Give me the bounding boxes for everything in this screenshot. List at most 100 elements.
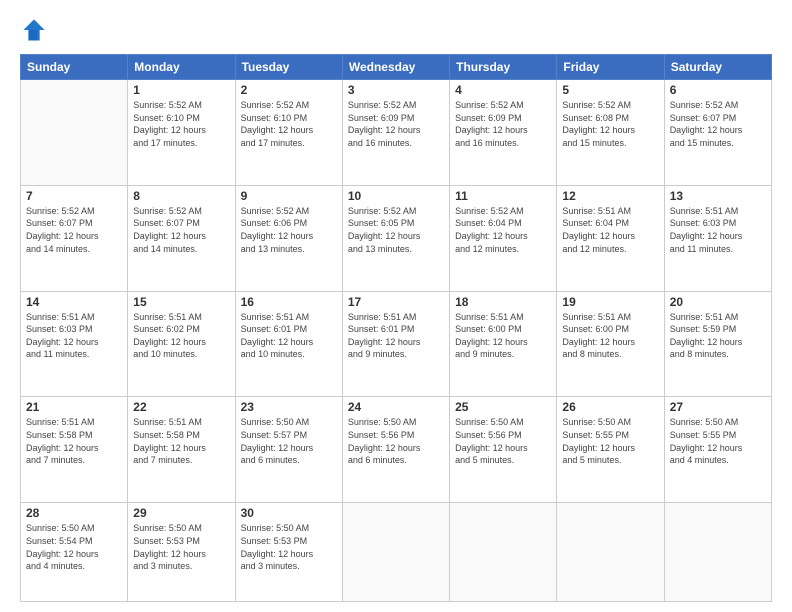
calendar-cell (342, 503, 449, 602)
day-info: Sunrise: 5:51 AM Sunset: 6:00 PM Dayligh… (455, 311, 551, 361)
calendar-cell: 25 Sunrise: 5:50 AM Sunset: 5:56 PM Dayli… (450, 397, 557, 503)
weekday-header-sunday: Sunday (21, 55, 128, 80)
calendar-cell: 7Sunrise: 5:52 AM Sunset: 6:07 PM Daylig… (21, 185, 128, 291)
weekday-header-friday: Friday (557, 55, 664, 80)
day-number: 29 (133, 506, 229, 520)
day-info: Sunrise: 5:51 AM Sunset: 6:03 PM Dayligh… (26, 311, 122, 361)
calendar-cell: 12Sunrise: 5:51 AM Sunset: 6:04 PM Dayli… (557, 185, 664, 291)
day-number: 6 (670, 83, 766, 97)
day-number: 28 (26, 506, 122, 520)
day-info: Sunrise: 5:51 AM Sunset: 6:04 PM Dayligh… (562, 205, 658, 255)
week-row-5: 28 Sunrise: 5:50 AM Sunset: 5:54 PM Dayli… (21, 503, 772, 602)
week-row-3: 14 Sunrise: 5:51 AM Sunset: 6:03 PM Dayli… (21, 291, 772, 397)
day-info: Sunrise: 5:50 AM Sunset: 5:55 PM Dayligh… (562, 416, 658, 466)
day-info: Sunrise: 5:51 AM Sunset: 6:01 PM Dayligh… (241, 311, 337, 361)
logo (20, 16, 50, 44)
day-info: Sunrise: 5:52 AM Sunset: 6:07 PM Dayligh… (670, 99, 766, 149)
day-info: Sunrise: 5:52 AM Sunset: 6:07 PM Dayligh… (133, 205, 229, 255)
day-number: 25 (455, 400, 551, 414)
day-number: 20 (670, 295, 766, 309)
calendar-cell: 17 Sunrise: 5:51 AM Sunset: 6:01 PM Dayli… (342, 291, 449, 397)
day-number: 19 (562, 295, 658, 309)
day-info: Sunrise: 5:50 AM Sunset: 5:53 PM Dayligh… (241, 522, 337, 572)
day-number: 21 (26, 400, 122, 414)
day-number: 7 (26, 189, 122, 203)
calendar-cell: 29 Sunrise: 5:50 AM Sunset: 5:53 PM Dayli… (128, 503, 235, 602)
weekday-header-row: SundayMondayTuesdayWednesdayThursdayFrid… (21, 55, 772, 80)
calendar-cell: 19 Sunrise: 5:51 AM Sunset: 6:00 PM Dayli… (557, 291, 664, 397)
day-info: Sunrise: 5:52 AM Sunset: 6:09 PM Dayligh… (348, 99, 444, 149)
calendar-cell: 20 Sunrise: 5:51 AM Sunset: 5:59 PM Dayli… (664, 291, 771, 397)
day-number: 2 (241, 83, 337, 97)
calendar-cell: 22 Sunrise: 5:51 AM Sunset: 5:58 PM Dayli… (128, 397, 235, 503)
calendar-cell: 30 Sunrise: 5:50 AM Sunset: 5:53 PM Dayli… (235, 503, 342, 602)
day-number: 8 (133, 189, 229, 203)
day-info: Sunrise: 5:51 AM Sunset: 5:58 PM Dayligh… (133, 416, 229, 466)
day-number: 14 (26, 295, 122, 309)
day-info: Sunrise: 5:50 AM Sunset: 5:54 PM Dayligh… (26, 522, 122, 572)
day-info: Sunrise: 5:52 AM Sunset: 6:09 PM Dayligh… (455, 99, 551, 149)
calendar-cell (557, 503, 664, 602)
calendar-cell: 5 Sunrise: 5:52 AM Sunset: 6:08 PM Daylig… (557, 80, 664, 186)
weekday-header-thursday: Thursday (450, 55, 557, 80)
day-info: Sunrise: 5:51 AM Sunset: 5:58 PM Dayligh… (26, 416, 122, 466)
calendar-cell: 10 Sunrise: 5:52 AM Sunset: 6:05 PM Dayli… (342, 185, 449, 291)
day-number: 30 (241, 506, 337, 520)
week-row-1: 1 Sunrise: 5:52 AM Sunset: 6:10 PM Daylig… (21, 80, 772, 186)
calendar-cell: 26 Sunrise: 5:50 AM Sunset: 5:55 PM Dayli… (557, 397, 664, 503)
week-row-4: 21 Sunrise: 5:51 AM Sunset: 5:58 PM Dayli… (21, 397, 772, 503)
day-info: Sunrise: 5:50 AM Sunset: 5:56 PM Dayligh… (348, 416, 444, 466)
day-number: 15 (133, 295, 229, 309)
weekday-header-monday: Monday (128, 55, 235, 80)
day-info: Sunrise: 5:51 AM Sunset: 6:02 PM Dayligh… (133, 311, 229, 361)
calendar-cell: 24 Sunrise: 5:50 AM Sunset: 5:56 PM Dayli… (342, 397, 449, 503)
calendar-cell: 1 Sunrise: 5:52 AM Sunset: 6:10 PM Daylig… (128, 80, 235, 186)
calendar-cell: 11Sunrise: 5:52 AM Sunset: 6:04 PM Dayli… (450, 185, 557, 291)
day-number: 1 (133, 83, 229, 97)
day-info: Sunrise: 5:52 AM Sunset: 6:06 PM Dayligh… (241, 205, 337, 255)
day-info: Sunrise: 5:51 AM Sunset: 6:03 PM Dayligh… (670, 205, 766, 255)
day-info: Sunrise: 5:52 AM Sunset: 6:10 PM Dayligh… (133, 99, 229, 149)
day-number: 5 (562, 83, 658, 97)
calendar-cell: 23 Sunrise: 5:50 AM Sunset: 5:57 PM Dayli… (235, 397, 342, 503)
calendar-cell: 21 Sunrise: 5:51 AM Sunset: 5:58 PM Dayli… (21, 397, 128, 503)
calendar-cell (664, 503, 771, 602)
calendar-cell: 6 Sunrise: 5:52 AM Sunset: 6:07 PM Daylig… (664, 80, 771, 186)
calendar-table: SundayMondayTuesdayWednesdayThursdayFrid… (20, 54, 772, 602)
day-info: Sunrise: 5:50 AM Sunset: 5:53 PM Dayligh… (133, 522, 229, 572)
header (20, 16, 772, 44)
day-number: 27 (670, 400, 766, 414)
calendar-cell: 28 Sunrise: 5:50 AM Sunset: 5:54 PM Dayli… (21, 503, 128, 602)
day-number: 17 (348, 295, 444, 309)
weekday-header-tuesday: Tuesday (235, 55, 342, 80)
day-number: 18 (455, 295, 551, 309)
calendar-cell: 15 Sunrise: 5:51 AM Sunset: 6:02 PM Dayli… (128, 291, 235, 397)
day-info: Sunrise: 5:51 AM Sunset: 5:59 PM Dayligh… (670, 311, 766, 361)
calendar-cell: 16 Sunrise: 5:51 AM Sunset: 6:01 PM Dayli… (235, 291, 342, 397)
day-number: 10 (348, 189, 444, 203)
day-number: 26 (562, 400, 658, 414)
day-number: 13 (670, 189, 766, 203)
day-number: 23 (241, 400, 337, 414)
day-number: 11 (455, 189, 551, 203)
day-number: 24 (348, 400, 444, 414)
day-info: Sunrise: 5:50 AM Sunset: 5:57 PM Dayligh… (241, 416, 337, 466)
week-row-2: 7 Sunrise: 5:52 AM Sunset: 6:07 PM Daylig… (21, 185, 772, 291)
weekday-header-wednesday: Wednesday (342, 55, 449, 80)
day-info: Sunrise: 5:50 AM Sunset: 5:55 PM Dayligh… (670, 416, 766, 466)
calendar-cell: 4Sunrise: 5:52 AM Sunset: 6:09 PM Daylig… (450, 80, 557, 186)
day-number: 3 (348, 83, 444, 97)
calendar-cell: 2 Sunrise: 5:52 AM Sunset: 6:10 PM Daylig… (235, 80, 342, 186)
day-info: Sunrise: 5:52 AM Sunset: 6:08 PM Dayligh… (562, 99, 658, 149)
calendar-cell (21, 80, 128, 186)
day-number: 16 (241, 295, 337, 309)
day-info: Sunrise: 5:50 AM Sunset: 5:56 PM Dayligh… (455, 416, 551, 466)
calendar-cell: 13 Sunrise: 5:51 AM Sunset: 6:03 PM Dayli… (664, 185, 771, 291)
day-info: Sunrise: 5:52 AM Sunset: 6:10 PM Dayligh… (241, 99, 337, 149)
day-info: Sunrise: 5:51 AM Sunset: 6:00 PM Dayligh… (562, 311, 658, 361)
day-number: 22 (133, 400, 229, 414)
page: SundayMondayTuesdayWednesdayThursdayFrid… (0, 0, 792, 612)
day-info: Sunrise: 5:51 AM Sunset: 6:01 PM Dayligh… (348, 311, 444, 361)
calendar-cell: 3 Sunrise: 5:52 AM Sunset: 6:09 PM Daylig… (342, 80, 449, 186)
day-info: Sunrise: 5:52 AM Sunset: 6:05 PM Dayligh… (348, 205, 444, 255)
